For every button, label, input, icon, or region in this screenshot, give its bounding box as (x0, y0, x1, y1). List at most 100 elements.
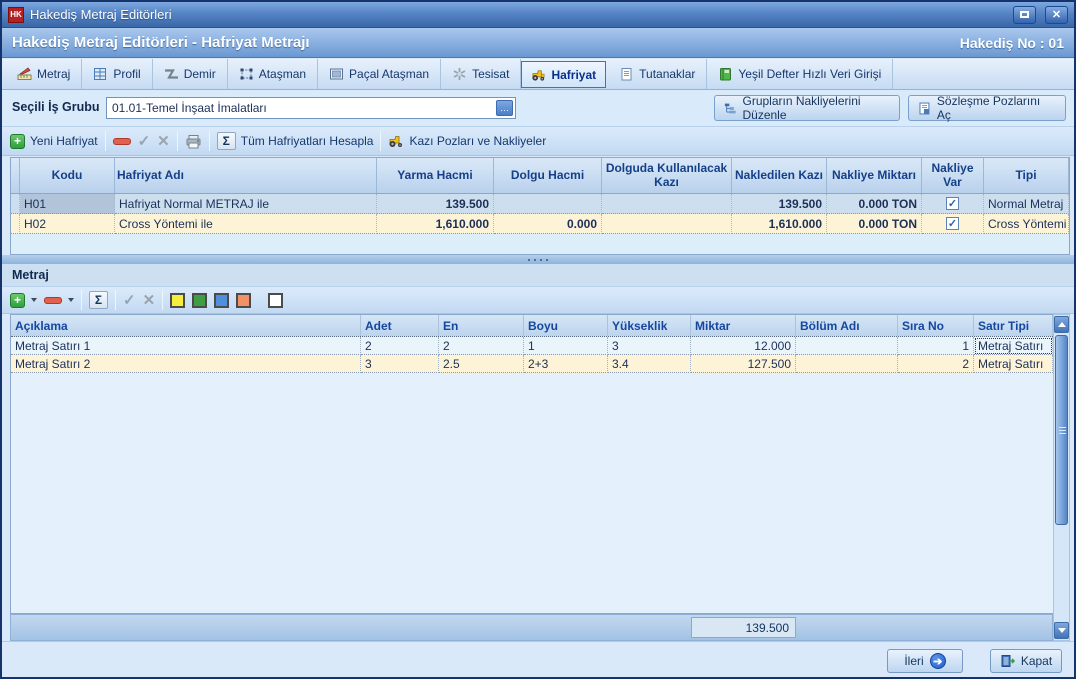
cell-yarma-hacmi[interactable]: 139.500 (377, 194, 494, 214)
cell-dolguda-kazi[interactable] (602, 214, 732, 234)
cell-hafriyat-adi[interactable]: Cross Yöntemi ile (115, 214, 377, 234)
cell-en[interactable]: 2 (439, 337, 524, 355)
cell-satir-tipi[interactable]: Metraj Satırı (974, 337, 1053, 355)
combo-ellipsis-button[interactable]: … (496, 100, 513, 116)
column-header-kodu[interactable]: Kodu (20, 158, 115, 193)
column-header-satir-tipi[interactable]: Satır Tipi (974, 315, 1053, 336)
metraj-row-1[interactable]: Metraj Satırı 1 2 2 1 3 12.000 1 Metraj … (11, 337, 1053, 355)
tab-yesil-defter[interactable]: Yeşil Defter Hızlı Veri Girişi (707, 59, 893, 89)
cell-kodu[interactable]: H01 (20, 194, 115, 214)
vertical-scrollbar[interactable] (1053, 314, 1070, 641)
print-button[interactable] (185, 134, 202, 149)
tab-pacal-atasman[interactable]: Paçal Ataşman (318, 59, 441, 89)
hafriyat-row-h02[interactable]: H02 Cross Yöntemi ile 1,610.000 0.000 1,… (11, 214, 1069, 234)
cell-boyu[interactable]: 2+3 (524, 355, 608, 373)
color-swatch-yellow[interactable] (170, 293, 185, 308)
hafriyat-row-h01[interactable]: H01 Hafriyat Normal METRAJ ile 139.500 1… (11, 194, 1069, 214)
column-header-nakliye-var[interactable]: Nakliye Var (922, 158, 984, 193)
column-header-miktar[interactable]: Miktar (691, 315, 796, 336)
tab-atasman[interactable]: Ataşman (228, 59, 318, 89)
cancel-icon[interactable]: ✕ (143, 291, 156, 309)
cell-nakledilen-kazi[interactable]: 1,610.000 (732, 214, 827, 234)
cell-nakliye-miktari[interactable]: 0.000 TON (827, 194, 922, 214)
remove-metraj-row-button[interactable] (44, 297, 74, 304)
sum-button[interactable]: Σ (89, 291, 108, 309)
cell-yukseklik[interactable]: 3 (608, 337, 691, 355)
color-swatch-blue[interactable] (214, 293, 229, 308)
column-header-yukseklik[interactable]: Yükseklik (608, 315, 691, 336)
cell-satir-tipi[interactable]: Metraj Satırı (974, 355, 1053, 373)
panel-splitter[interactable] (2, 255, 1074, 264)
delete-hafriyat-button[interactable] (113, 138, 131, 145)
kazi-pozlari-button[interactable]: Kazı Pozları ve Nakliyeler (388, 134, 546, 148)
is-grubu-combo[interactable]: 01.01-Temel İnşaat İmalatları … (106, 97, 516, 119)
apply-icon[interactable]: ✓ (123, 291, 136, 309)
cell-aciklama[interactable]: Metraj Satırı 1 (11, 337, 361, 355)
column-header-boyu[interactable]: Boyu (524, 315, 608, 336)
cell-en[interactable]: 2.5 (439, 355, 524, 373)
column-header-hafriyat-adi[interactable]: Hafriyat Adı (115, 158, 377, 193)
cancel-icon[interactable]: ✕ (157, 132, 170, 150)
column-header-en[interactable]: En (439, 315, 524, 336)
cell-nakliye-miktari[interactable]: 0.000 TON (827, 214, 922, 234)
color-swatch-green[interactable] (192, 293, 207, 308)
cell-sira-no[interactable]: 1 (898, 337, 974, 355)
color-swatch-orange[interactable] (236, 293, 251, 308)
cell-sira-no[interactable]: 2 (898, 355, 974, 373)
add-dropdown-icon[interactable] (31, 298, 37, 302)
cell-tipi[interactable]: Cross Yöntemi (984, 214, 1069, 234)
remove-dropdown-icon[interactable] (68, 298, 74, 302)
maximize-button[interactable] (1013, 6, 1036, 24)
checkbox-checked-icon[interactable]: ✓ (946, 197, 959, 210)
kapat-button[interactable]: Kapat (990, 649, 1062, 673)
tum-hafriyatlari-hesapla-button[interactable]: Σ Tüm Hafriyatları Hesapla (217, 132, 374, 150)
tab-tesisat[interactable]: Tesisat (441, 59, 521, 89)
yeni-hafriyat-button[interactable]: + Yeni Hafriyat (10, 134, 98, 149)
cell-dolgu-hacmi[interactable]: 0.000 (494, 214, 602, 234)
cell-nakliye-var[interactable]: ✓ (922, 214, 984, 234)
cell-adet[interactable]: 2 (361, 337, 439, 355)
tab-profil[interactable]: Profil (82, 59, 152, 89)
cell-tipi[interactable]: Normal Metraj (984, 194, 1069, 214)
color-swatch-white[interactable] (268, 293, 283, 308)
column-header-dolguda-kazi[interactable]: Dolguda Kullanılacak Kazı (602, 158, 732, 193)
column-header-bolum-adi[interactable]: Bölüm Adı (796, 315, 898, 336)
ileri-button[interactable]: İleri ➔ (887, 649, 963, 673)
cell-dolguda-kazi[interactable] (602, 194, 732, 214)
cell-nakledilen-kazi[interactable]: 139.500 (732, 194, 827, 214)
cell-nakliye-var[interactable]: ✓ (922, 194, 984, 214)
gruplarin-nakliyelerini-duzenle-button[interactable]: Grupların Nakliyelerini Düzenle (714, 95, 900, 121)
cell-yarma-hacmi[interactable]: 1,610.000 (377, 214, 494, 234)
cell-hafriyat-adi[interactable]: Hafriyat Normal METRAJ ile (115, 194, 377, 214)
cell-dolgu-hacmi[interactable] (494, 194, 602, 214)
cell-bolum-adi[interactable] (796, 355, 898, 373)
column-header-sira-no[interactable]: Sıra No (898, 315, 974, 336)
column-header-dolgu-hacmi[interactable]: Dolgu Hacmi (494, 158, 602, 193)
cell-miktar[interactable]: 12.000 (691, 337, 796, 355)
scroll-up-button[interactable] (1054, 316, 1069, 333)
cell-bolum-adi[interactable] (796, 337, 898, 355)
column-header-adet[interactable]: Adet (361, 315, 439, 336)
close-button[interactable]: ✕ (1045, 6, 1068, 24)
sozlesme-pozlarini-ac-button[interactable]: Sözleşme Pozlarını Aç (908, 95, 1066, 121)
column-header-tipi[interactable]: Tipi (984, 158, 1069, 193)
scrollbar-thumb[interactable] (1055, 335, 1068, 525)
cell-miktar[interactable]: 127.500 (691, 355, 796, 373)
cell-adet[interactable]: 3 (361, 355, 439, 373)
cell-yukseklik[interactable]: 3.4 (608, 355, 691, 373)
add-metraj-row-button[interactable]: + (10, 293, 37, 308)
column-header-yarma-hacmi[interactable]: Yarma Hacmi (377, 158, 494, 193)
column-header-aciklama[interactable]: Açıklama (11, 315, 361, 336)
tab-tutanaklar[interactable]: Tutanaklar (608, 59, 707, 89)
cell-boyu[interactable]: 1 (524, 337, 608, 355)
tab-metraj[interactable]: Metraj (6, 59, 82, 89)
scroll-down-button[interactable] (1054, 622, 1069, 639)
metraj-row-2[interactable]: Metraj Satırı 2 3 2.5 2+3 3.4 127.500 2 … (11, 355, 1053, 373)
checkbox-checked-icon[interactable]: ✓ (946, 217, 959, 230)
cell-kodu[interactable]: H02 (20, 214, 115, 234)
column-header-nakliye-miktari[interactable]: Nakliye Miktarı (827, 158, 922, 193)
tab-hafriyat[interactable]: Hafriyat (521, 61, 606, 88)
tab-demir[interactable]: Demir (153, 59, 228, 89)
column-header-nakledilen-kazi[interactable]: Nakledilen Kazı (732, 158, 827, 193)
apply-icon[interactable]: ✓ (138, 132, 151, 150)
